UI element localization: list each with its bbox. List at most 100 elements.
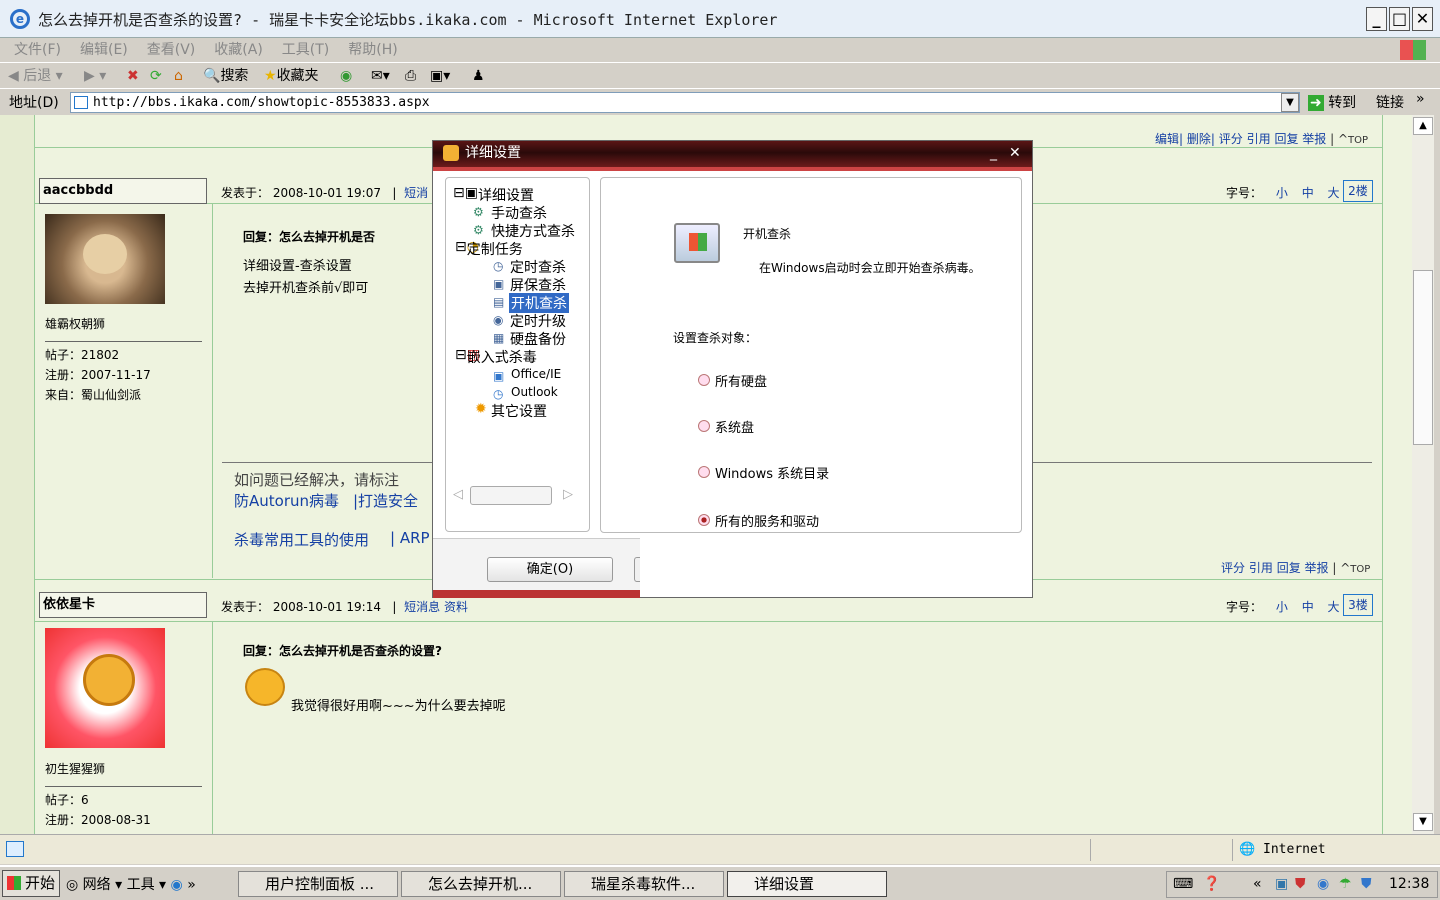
refresh-icon[interactable]: ⟳ bbox=[150, 67, 162, 85]
option-all-disks[interactable]: 所有硬盘 bbox=[697, 371, 897, 390]
history-icon[interactable]: ◉ bbox=[340, 67, 352, 85]
menu-tools[interactable]: 工具(T) bbox=[282, 38, 329, 62]
minimize-button[interactable]: _ bbox=[1366, 7, 1387, 31]
maximize-button[interactable]: □ bbox=[1389, 7, 1410, 31]
task-forum-page[interactable]: 怎么去掉开机... bbox=[401, 871, 561, 897]
tray-expand-icon[interactable]: « bbox=[1253, 872, 1262, 897]
font-large-link[interactable]: 大 bbox=[1328, 600, 1340, 614]
tree-embedded-scan[interactable]: ⊟ ▥ 嵌入式杀毒 bbox=[455, 347, 537, 366]
ok-button[interactable]: 确定(O) bbox=[487, 557, 613, 582]
tools-link[interactable]: 杀毒常用工具的使用 bbox=[234, 529, 369, 550]
task-detailed-settings[interactable]: 详细设置 bbox=[727, 871, 887, 897]
favorites-button[interactable]: ★收藏夹 bbox=[264, 67, 319, 85]
keyboard-icon[interactable]: ⌨ bbox=[1173, 872, 1193, 897]
cancel-button-partial[interactable] bbox=[634, 557, 640, 582]
security-link[interactable]: |打造安全 bbox=[353, 490, 418, 511]
font-large-link[interactable]: 大 bbox=[1328, 186, 1340, 200]
menu-view[interactable]: 查看(V) bbox=[147, 38, 196, 62]
dialog-minimize-button[interactable]: _ bbox=[990, 141, 997, 165]
menu-help[interactable]: 帮助(H) bbox=[348, 38, 397, 62]
tree-scrollbar[interactable]: ◁ ▷ bbox=[453, 486, 581, 506]
tree-scheduled-update[interactable]: 定时升级 bbox=[510, 311, 566, 331]
update-icon[interactable]: ◉ bbox=[1317, 872, 1329, 897]
top-link[interactable]: TOP bbox=[1350, 564, 1370, 575]
tree-startup-scan[interactable]: 开机查杀 bbox=[509, 293, 569, 313]
close-button[interactable]: ✕ bbox=[1412, 7, 1433, 31]
tree-other-settings[interactable]: 其它设置 bbox=[491, 401, 547, 421]
dialog-close-button[interactable]: ✕ bbox=[1009, 141, 1021, 165]
option-windows-dir[interactable]: Windows 系统目录 bbox=[697, 463, 897, 482]
radio-all-disks[interactable] bbox=[698, 374, 710, 386]
profile-link[interactable]: 资料 bbox=[444, 600, 468, 614]
quote-link[interactable]: 引用 bbox=[1249, 561, 1273, 575]
option-services-drivers[interactable]: 所有的服务和驱动 bbox=[697, 511, 897, 530]
tree-manual-scan[interactable]: 手动查杀 bbox=[491, 203, 547, 223]
quick-icon[interactable]: ◉ bbox=[171, 877, 183, 893]
tree-scroll-thumb[interactable] bbox=[470, 486, 552, 505]
links-button[interactable]: 链接 bbox=[1376, 92, 1404, 112]
post2-username[interactable]: 依依星卡 bbox=[39, 592, 207, 618]
tree-custom-tasks[interactable]: ⊟ ◔ 定制任务 bbox=[455, 239, 523, 258]
rate-link[interactable]: 评分 bbox=[1221, 561, 1245, 575]
edit-icon[interactable]: ▣▾ bbox=[430, 67, 450, 85]
scroll-thumb[interactable] bbox=[1413, 270, 1433, 445]
address-input[interactable]: http://bbs.ikaka.com/showtopic-8553833.a… bbox=[70, 92, 1300, 113]
firewall-icon[interactable]: ⛊ bbox=[1361, 872, 1372, 897]
forward-button[interactable]: ▶ ▾ bbox=[84, 67, 106, 85]
stop-icon[interactable]: ✖ bbox=[127, 67, 139, 85]
report-link[interactable]: 举报 bbox=[1305, 561, 1329, 575]
search-button[interactable]: 🔍搜索 bbox=[203, 67, 248, 85]
shield-icon[interactable]: ⛊ bbox=[1295, 872, 1306, 897]
pm-link[interactable]: 短消 bbox=[404, 186, 428, 200]
radio-windows-dir[interactable] bbox=[698, 466, 710, 478]
tree-office-ie[interactable]: Office/IE bbox=[511, 367, 561, 381]
network-toolbar[interactable]: 网络 bbox=[83, 877, 111, 893]
tree-scheduled-scan[interactable]: 定时查杀 bbox=[510, 257, 566, 277]
autorun-link[interactable]: 防Autorun病毒 bbox=[234, 490, 339, 511]
radio-system-disk[interactable] bbox=[698, 420, 710, 432]
font-small-link[interactable]: 小 bbox=[1276, 186, 1288, 200]
post1-username[interactable]: aaccbbdd bbox=[39, 178, 207, 204]
start-button[interactable]: 开始 bbox=[2, 870, 60, 897]
report-link[interactable]: 举报 bbox=[1302, 132, 1326, 146]
task-rising-antivirus[interactable]: 瑞星杀毒软件... bbox=[564, 871, 724, 897]
print-icon[interactable]: ⎙ bbox=[405, 67, 416, 85]
arp-link[interactable]: | ARP bbox=[390, 529, 430, 547]
network-icon[interactable]: ◎ bbox=[66, 877, 78, 893]
security-tray-icon[interactable]: ▣ bbox=[1275, 872, 1288, 897]
menu-favorites[interactable]: 收藏(A) bbox=[214, 38, 263, 62]
address-dropdown[interactable]: ▼ bbox=[1281, 93, 1299, 112]
chevron-right-icon[interactable]: » bbox=[1416, 91, 1425, 107]
back-button[interactable]: ◀ 后退 ▾ bbox=[8, 67, 63, 85]
home-icon[interactable]: ⌂ bbox=[174, 67, 183, 85]
tree-root[interactable]: ⊟▣ 详细设置 bbox=[453, 185, 534, 204]
messenger-icon[interactable]: ♟ bbox=[472, 67, 485, 85]
reply-link[interactable]: 回复 bbox=[1274, 132, 1298, 146]
tree-disk-backup[interactable]: 硬盘备份 bbox=[510, 329, 566, 349]
scroll-right-arrow-icon[interactable]: ▷ bbox=[563, 487, 573, 502]
pm-link[interactable]: 短消息 bbox=[404, 600, 440, 614]
rate-link[interactable]: 评分 bbox=[1219, 132, 1243, 146]
font-medium-link[interactable]: 中 bbox=[1302, 186, 1314, 200]
tree-outlook[interactable]: Outlook bbox=[511, 385, 558, 399]
post2-floor-badge[interactable]: 3楼 bbox=[1343, 594, 1373, 616]
edit-link[interactable]: 编辑 bbox=[1155, 132, 1179, 146]
umbrella-icon[interactable]: ☂ bbox=[1339, 872, 1352, 897]
scroll-left-arrow-icon[interactable]: ◁ bbox=[453, 487, 463, 502]
post1-floor-badge[interactable]: 2楼 bbox=[1343, 180, 1373, 202]
reply-link[interactable]: 回复 bbox=[1277, 561, 1301, 575]
top-link[interactable]: TOP bbox=[1348, 135, 1368, 146]
quote-link[interactable]: 引用 bbox=[1247, 132, 1271, 146]
task-user-control-panel[interactable]: 用户控制面板 ... bbox=[238, 871, 398, 897]
font-medium-link[interactable]: 中 bbox=[1302, 600, 1314, 614]
option-system-disk[interactable]: 系统盘 bbox=[697, 417, 897, 436]
radio-services-drivers[interactable] bbox=[698, 514, 710, 526]
mail-icon[interactable]: ✉▾ bbox=[371, 67, 390, 85]
menu-file[interactable]: 文件(F) bbox=[14, 38, 61, 62]
tree-shortcut-scan[interactable]: 快捷方式查杀 bbox=[491, 221, 575, 241]
delete-link[interactable]: 删除 bbox=[1187, 132, 1211, 146]
menu-edit[interactable]: 编辑(E) bbox=[80, 38, 128, 62]
scroll-down-arrow-icon[interactable]: ▼ bbox=[1413, 813, 1433, 831]
tools-toolbar[interactable]: 工具 bbox=[127, 877, 155, 893]
go-button[interactable]: ➜ 转到 bbox=[1308, 92, 1356, 112]
